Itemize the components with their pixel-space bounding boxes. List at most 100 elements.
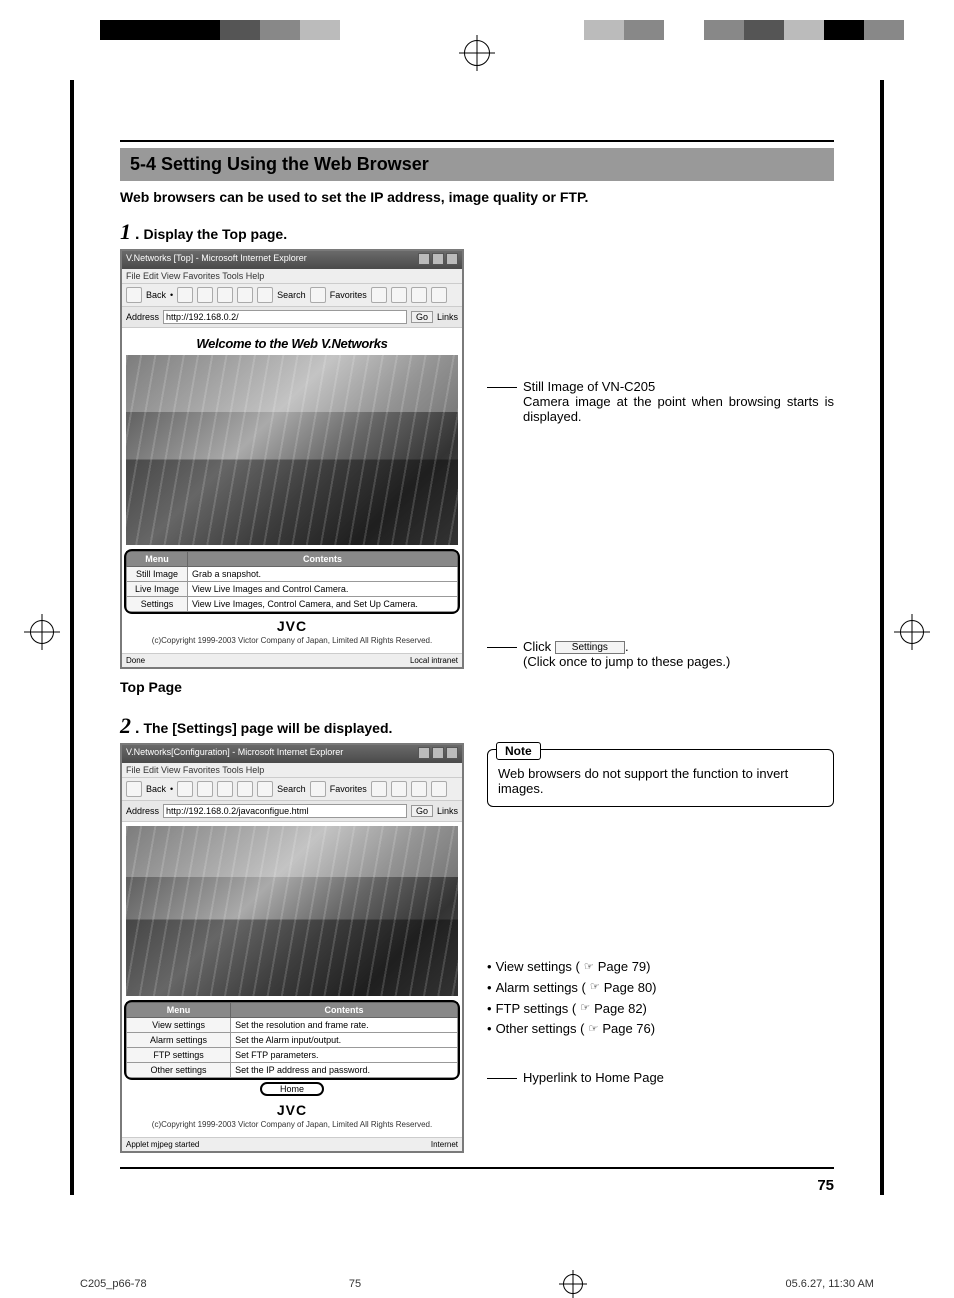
annotation-home-link: Hyperlink to Home Page [487, 1070, 834, 1085]
address-label: Address [126, 312, 159, 322]
refresh-button-2[interactable] [217, 781, 233, 797]
home-link[interactable]: Home [260, 1082, 324, 1096]
status-right-2: Internet [431, 1140, 458, 1149]
search-icon-2[interactable] [257, 781, 273, 797]
forward-button[interactable] [177, 287, 193, 303]
menu-still-image-link[interactable]: Still Image [127, 567, 188, 582]
welcome-heading: Welcome to the Web V.Networks [126, 336, 458, 351]
trim-bar-right [880, 80, 884, 1195]
rule-bottom [120, 1167, 834, 1169]
browser-title-2: V.Networks[Configuration] - Microsoft In… [126, 747, 343, 761]
bullet-alarm-page: Page 80) [604, 978, 657, 999]
rule-top [120, 140, 834, 142]
links-label: Links [437, 312, 458, 322]
print-icon-2[interactable] [411, 781, 427, 797]
pointing-hand-icon: ☞ [588, 1021, 598, 1039]
menu-settings-link[interactable]: Settings [127, 597, 188, 612]
mail-icon[interactable] [391, 287, 407, 303]
stop-button-2[interactable] [197, 781, 213, 797]
edit-icon-2[interactable] [431, 781, 447, 797]
menu-live-image-link[interactable]: Live Image [127, 582, 188, 597]
alarm-settings-link[interactable]: Alarm settings [127, 1033, 231, 1048]
mail-icon-2[interactable] [391, 781, 407, 797]
edit-icon[interactable] [431, 287, 447, 303]
step-1-text: Display the Top page. [143, 226, 287, 242]
back-button[interactable] [126, 287, 142, 303]
browser-titlebar: V.Networks [Top] - Microsoft Internet Ex… [122, 251, 462, 269]
print-marks-top [0, 20, 954, 80]
stop-button[interactable] [197, 287, 213, 303]
bullet-ftp: FTP settings ( [496, 999, 577, 1020]
address-input-2[interactable] [163, 804, 407, 818]
step-2-text: The [Settings] page will be displayed. [143, 720, 392, 736]
footer-mid: 75 [349, 1278, 361, 1290]
annot-still-desc: Camera image at the point when browsing … [523, 394, 834, 424]
other-settings-link[interactable]: Other settings [127, 1063, 231, 1078]
note-label: Note [496, 742, 541, 760]
camera-still-image [126, 355, 458, 545]
window-buttons-2[interactable] [416, 747, 458, 761]
window-buttons[interactable] [416, 253, 458, 267]
browser-toolbar-2[interactable]: Back • Search Favorites [122, 778, 462, 801]
contents-header: Contents [187, 552, 457, 567]
view-settings-link[interactable]: View settings [127, 1018, 231, 1033]
note-text: Web browsers do not support the function… [498, 766, 823, 796]
print-icon[interactable] [411, 287, 427, 303]
bullet-other-page: Page 76) [602, 1019, 655, 1040]
browser-window-settings: V.Networks[Configuration] - Microsoft In… [120, 743, 464, 1153]
status-right: Local intranet [410, 656, 458, 665]
status-left: Done [126, 656, 145, 665]
history-icon-2[interactable] [371, 781, 387, 797]
history-icon[interactable] [371, 287, 387, 303]
address-label-2: Address [126, 806, 159, 816]
table-row: Live Image View Live Images and Control … [127, 582, 458, 597]
ftp-settings-desc: Set FTP parameters. [231, 1048, 458, 1063]
address-input[interactable] [163, 310, 407, 324]
pointing-hand-icon: ☞ [584, 959, 594, 977]
refresh-button[interactable] [217, 287, 233, 303]
step-1-number: 1 [120, 219, 131, 245]
footer-right: 05.6.27, 11:30 AM [785, 1278, 873, 1290]
browser-menubar[interactable]: File Edit View Favorites Tools Help [122, 269, 462, 284]
crosshair-left-icon [30, 620, 54, 644]
step-2: 2. The [Settings] page will be displayed… [120, 713, 834, 739]
step-1: 1. Display the Top page. [120, 219, 834, 245]
table-row: Other settings Set the IP address and pa… [127, 1063, 458, 1078]
table-row: Alarm settings Set the Alarm input/outpu… [127, 1033, 458, 1048]
crosshair-icon [464, 40, 490, 66]
go-button[interactable]: Go [411, 311, 433, 323]
home-button[interactable] [237, 287, 253, 303]
home-button-2[interactable] [237, 781, 253, 797]
view-settings-desc: Set the resolution and frame rate. [231, 1018, 458, 1033]
settings-bullet-list: • View settings (☞ Page 79) • Alarm sett… [487, 957, 834, 1040]
browser-toolbar[interactable]: Back • Search Favorites [122, 284, 462, 307]
search-icon[interactable] [257, 287, 273, 303]
copyright-text-2: (c)Copyright 1999-2003 Victor Company of… [126, 1120, 458, 1129]
back-button-2[interactable] [126, 781, 142, 797]
address-bar-2: Address Go Links [122, 801, 462, 822]
annotation-click-settings: Click Settings. (Click once to jump to t… [487, 639, 834, 669]
back-label: Back [146, 290, 166, 300]
ftp-settings-link[interactable]: FTP settings [127, 1048, 231, 1063]
crosshair-right-icon [900, 620, 924, 644]
favorites-icon-2[interactable] [310, 781, 326, 797]
search-label: Search [277, 290, 306, 300]
print-footer: C205_p66-78 75 05.6.27, 11:30 AM [80, 1274, 874, 1294]
camera-still-image-2 [126, 826, 458, 996]
favorites-icon[interactable] [310, 287, 326, 303]
go-button-2[interactable]: Go [411, 805, 433, 817]
other-settings-desc: Set the IP address and password. [231, 1063, 458, 1078]
table-row: View settings Set the resolution and fra… [127, 1018, 458, 1033]
favorites-label: Favorites [330, 290, 367, 300]
settings-button-chip[interactable]: Settings [555, 641, 625, 654]
menu-live-image-desc: View Live Images and Control Camera. [187, 582, 457, 597]
menu-header: Menu [127, 552, 188, 567]
forward-button-2[interactable] [177, 781, 193, 797]
top-menu-table: Menu Contents Still Image Grab a snapsho… [126, 551, 458, 612]
settings-menu-table: Menu Contents View settings Set the reso… [126, 1002, 458, 1078]
menu-header-2: Menu [127, 1003, 231, 1018]
status-bar-2: Applet mjpeg started Internet [122, 1137, 462, 1151]
browser-menubar-2[interactable]: File Edit View Favorites Tools Help [122, 763, 462, 778]
annot-click-period: . [625, 639, 629, 654]
links-label-2: Links [437, 806, 458, 816]
